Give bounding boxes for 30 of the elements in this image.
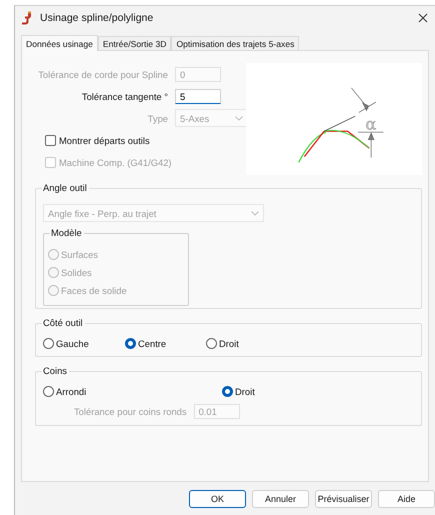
radio-button[interactable]: Droit: [206, 334, 415, 352]
radio-button[interactable]: Droit: [222, 382, 415, 400]
dialog-button[interactable]: Aide: [378, 490, 435, 508]
group-title: Modèle: [50, 227, 84, 238]
field-label: Type: [148, 112, 168, 124]
field-label: Tolérance pour coins ronds: [74, 406, 187, 416]
tab[interactable]: Données usinage: [21, 35, 98, 51]
checkbox[interactable]: [45, 134, 56, 146]
tab[interactable]: Entrée/Sortie 3D: [98, 36, 172, 51]
input-field[interactable]: 5: [175, 88, 221, 104]
close-icon: [418, 13, 428, 23]
field-label: Tolérance tangente °: [82, 90, 168, 102]
checkbox-label: Montrer départs outils: [59, 134, 150, 146]
tab[interactable]: Optimisation des trajets 5-axes: [171, 36, 300, 51]
group-title: Angle outil: [42, 182, 89, 193]
group-title: Côté outil: [42, 317, 85, 328]
chevron-icon: [235, 116, 243, 120]
alpha-symbol: α: [366, 114, 376, 134]
dialog-button[interactable]: Annuler: [252, 490, 309, 508]
dialog-button[interactable]: OK: [189, 490, 246, 508]
field-label: Tolérance de corde pour Spline: [38, 68, 168, 80]
dialog-button[interactable]: Prévisualiser: [315, 490, 372, 508]
group-title: Coins: [42, 365, 69, 376]
radio-button[interactable]: Gauche: [43, 334, 125, 352]
app-icon: [21, 11, 34, 25]
window-title: Usinage spline/polyligne: [40, 12, 154, 24]
checkbox-label: Machine Comp. (G41/G42): [59, 156, 172, 168]
radio-button[interactable]: Arrondi: [43, 382, 222, 400]
chevron-icon: [251, 210, 259, 216]
radio-button[interactable]: Centre: [125, 334, 206, 352]
